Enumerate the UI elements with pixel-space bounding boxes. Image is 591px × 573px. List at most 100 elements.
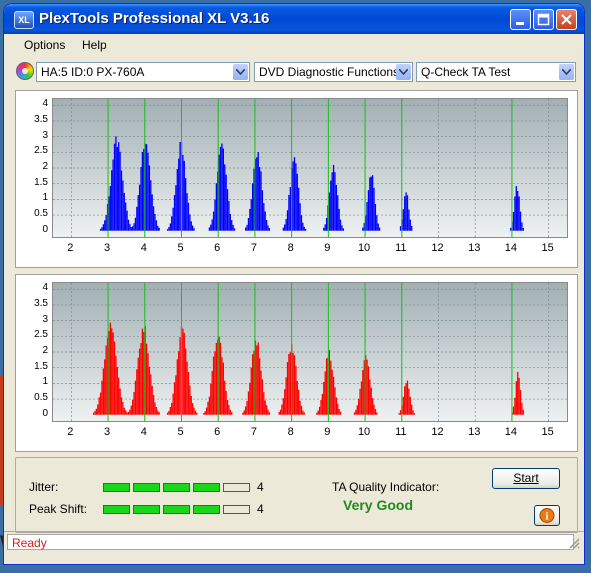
histogram-bar: [125, 202, 127, 231]
x-tick-label: 13: [468, 426, 481, 438]
info-button[interactable]: i: [534, 505, 560, 526]
histogram-bar: [342, 228, 344, 231]
histogram-bar: [147, 152, 149, 231]
histogram-bar: [411, 404, 413, 415]
histogram-bar: [299, 203, 301, 231]
histogram-bar: [179, 337, 181, 415]
histogram-bar: [148, 366, 151, 415]
y-tick-label: 2.5: [34, 329, 48, 341]
chevron-down-icon[interactable]: [233, 64, 248, 80]
histogram-bar: [113, 341, 116, 415]
menu-options[interactable]: Options: [24, 38, 65, 52]
histogram-bar: [260, 370, 262, 415]
histogram-bar: [151, 194, 153, 231]
histogram-bar: [367, 190, 370, 231]
histogram-bar: [219, 146, 222, 231]
x-tick-label: 5: [177, 242, 184, 254]
histogram-bar: [186, 361, 188, 415]
meter-segment: [223, 483, 250, 492]
histogram-bar: [150, 374, 152, 415]
histogram-bar: [231, 220, 233, 231]
drive-select[interactable]: HA:5 ID:0 PX-760A: [36, 62, 250, 82]
histogram-bar: [515, 381, 517, 415]
histogram-bar: [258, 358, 261, 415]
histogram-bar: [264, 400, 266, 415]
chevron-down-icon[interactable]: [559, 64, 574, 80]
histogram-bar: [406, 195, 409, 231]
histogram-bar: [412, 410, 414, 415]
histogram-bar: [157, 410, 159, 415]
histogram-bar: [268, 412, 271, 415]
start-button-label: Start: [513, 471, 539, 485]
histogram-bar: [261, 379, 264, 415]
histogram-bar: [373, 404, 375, 415]
histogram-bar: [362, 227, 364, 231]
histogram-bar: [330, 180, 332, 231]
histogram-bar: [284, 389, 286, 415]
histogram-bar: [127, 411, 130, 415]
histogram-bar: [119, 388, 121, 415]
histogram-bar: [120, 397, 123, 415]
histogram-bar: [323, 227, 325, 231]
histogram-bar: [279, 409, 282, 415]
histogram-bar: [405, 192, 407, 231]
title-bar[interactable]: XL PlexTools Professional XL V3.16: [4, 4, 584, 34]
histogram-bar: [318, 406, 321, 415]
test-select[interactable]: Q-Check TA Test: [416, 62, 576, 82]
histogram-bar: [173, 382, 176, 415]
status-bar: [4, 531, 584, 552]
histogram-bar: [261, 190, 264, 231]
histogram-bar: [249, 382, 251, 415]
histogram-bar: [341, 225, 343, 231]
chevron-down-icon[interactable]: [396, 64, 411, 80]
start-button[interactable]: Start: [492, 468, 560, 489]
histogram-bar: [402, 209, 404, 231]
histogram-bar: [141, 152, 144, 231]
y-tick-label: 1: [42, 192, 48, 204]
function-select[interactable]: DVD Diagnostic Functions: [254, 62, 413, 82]
histogram-bar: [251, 183, 254, 231]
chart-panel-top: 0 0.5 1 1.5 2 2.5 3 3.5 4 2 3 4 5 6 7 8 9 10 11 12 13 14 15: [15, 90, 578, 268]
maximize-button[interactable]: [533, 9, 554, 30]
chart-panel-bottom: 0 0.5 1 1.5 2 2.5 3 3.5 4 2 3 4 5 6 7 8 9 10 11 12 13 14 15: [15, 274, 578, 452]
histogram-bar: [148, 165, 151, 231]
x-tick-label: 10: [357, 242, 371, 254]
histogram-bar: [289, 352, 291, 415]
histogram-bar: [192, 403, 194, 415]
resize-grip-icon[interactable]: [568, 537, 580, 549]
maximize-icon: [537, 13, 550, 26]
peak-shift-label: Peak Shift:: [29, 502, 88, 516]
histogram-bar: [303, 226, 305, 231]
histogram-bar: [166, 412, 169, 415]
histogram-bar: [214, 199, 216, 231]
histogram-bar: [256, 345, 258, 415]
histogram-bar: [334, 387, 336, 415]
histogram-bar: [406, 380, 409, 415]
x-tick-label: 13: [468, 242, 481, 254]
x-tick-label: 5: [177, 426, 184, 438]
histogram-bar: [282, 227, 284, 231]
histogram-bar: [232, 224, 234, 231]
histogram-bar: [278, 411, 280, 415]
histogram-bar: [133, 223, 135, 231]
histogram-bar: [116, 146, 118, 231]
histogram-bar: [129, 224, 131, 231]
window-title: PlexTools Professional XL V3.16: [39, 10, 270, 27]
x-tick-label: 11: [395, 242, 407, 254]
histogram-bar: [374, 409, 377, 415]
histogram-bar: [338, 409, 340, 415]
histogram-bar: [249, 208, 251, 231]
menu-help[interactable]: Help: [82, 38, 107, 52]
histogram-bar: [413, 413, 416, 415]
histogram-bar: [175, 185, 177, 231]
histogram-bar: [112, 159, 114, 231]
histogram-bar: [193, 228, 195, 231]
histogram-bar: [286, 362, 289, 415]
minimize-button[interactable]: [510, 9, 531, 30]
y-tick-label: 2: [42, 345, 48, 356]
histogram-bar: [378, 227, 381, 231]
x-tick-label: 4: [140, 242, 147, 254]
close-button[interactable]: [556, 9, 577, 30]
histogram-bar: [399, 410, 402, 415]
histogram-bar: [203, 412, 205, 415]
